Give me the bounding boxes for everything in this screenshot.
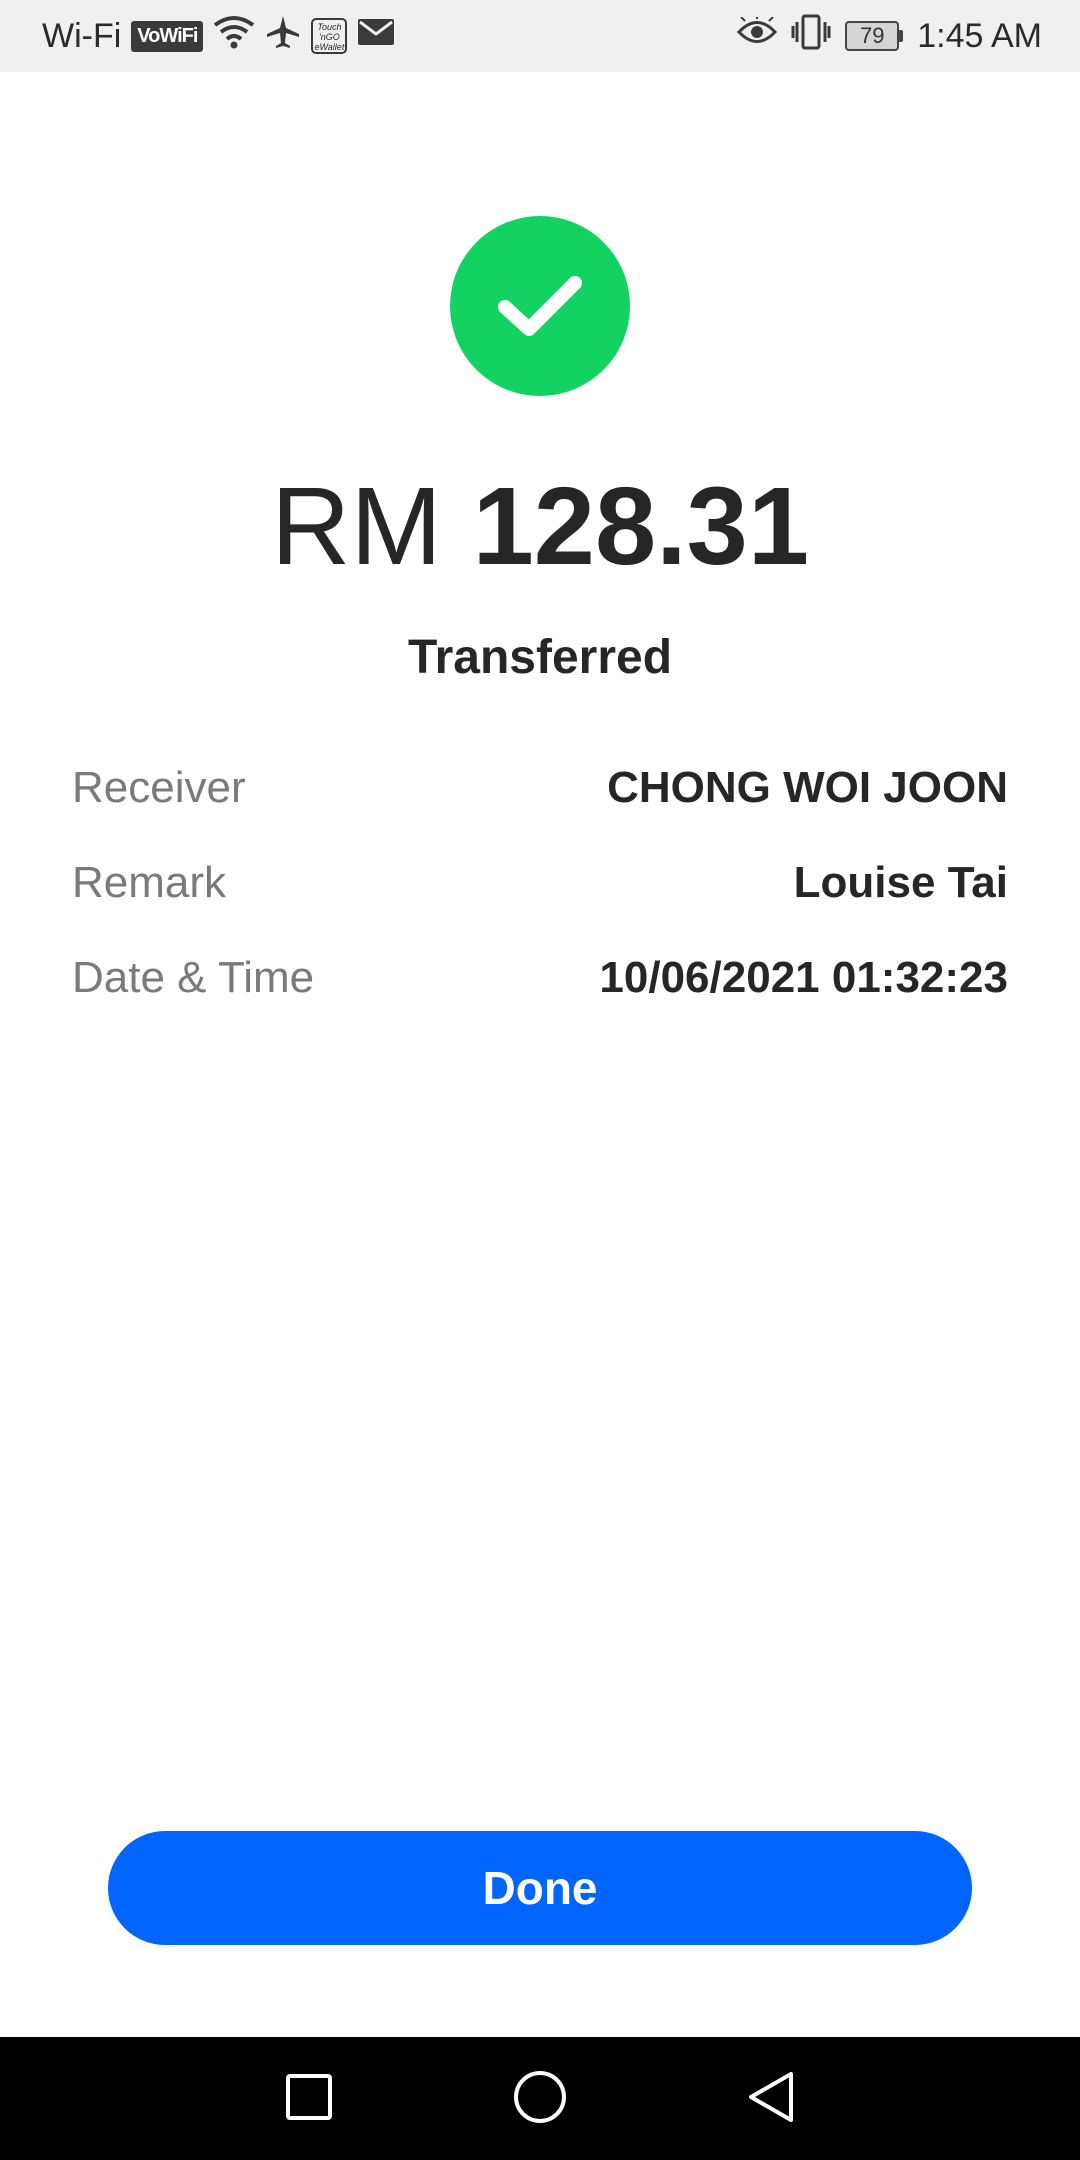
recents-button[interactable] — [269, 2059, 349, 2139]
datetime-value: 10/06/2021 01:32:23 — [599, 952, 1008, 1002]
detail-row-remark: Remark Louise Tai — [72, 835, 1008, 930]
detail-row-receiver: Receiver CHONG WOI JOON — [72, 740, 1008, 835]
transfer-status: Transferred — [407, 631, 673, 684]
status-bar-left: Wi-Fi VoWiFi Touch 'nGO eWallet — [42, 0, 395, 72]
triangle-back-icon — [746, 2070, 796, 2129]
battery-icon: 79 — [845, 21, 904, 51]
currency-label: RM — [270, 465, 443, 588]
transaction-details: Receiver CHONG WOI JOON Remark Louise Ta… — [72, 740, 1008, 1025]
detail-row-datetime: Date & Time 10/06/2021 01:32:23 — [72, 930, 1008, 1025]
tng-ewallet-icon: Touch 'nGO eWallet — [311, 18, 348, 54]
battery-level: 79 — [845, 21, 900, 51]
airplane-icon — [265, 14, 301, 59]
vibrate-icon — [791, 14, 831, 59]
success-check-icon — [450, 216, 630, 396]
transfer-amount: RM 128.31 — [0, 462, 1080, 592]
circle-icon — [513, 2070, 567, 2129]
receiver-value: CHONG WOI JOON — [607, 762, 1008, 812]
receiver-label: Receiver — [72, 762, 246, 812]
square-icon — [285, 2073, 333, 2126]
tng-line3: eWallet — [314, 42, 345, 52]
carrier-label: Wi-Fi — [42, 16, 122, 55]
done-button[interactable]: Done — [108, 1831, 972, 1945]
vowifi-badge: VoWiFi — [131, 20, 204, 52]
remark-value: Louise Tai — [793, 857, 1008, 907]
tng-line1: Touch — [317, 22, 342, 32]
clock: 1:45 AM — [917, 16, 1042, 55]
amount-value: 128.31 — [472, 465, 810, 588]
status-bar: Wi-Fi VoWiFi Touch 'nGO eWallet 79 1:45 … — [0, 0, 1080, 72]
battery-tip — [899, 30, 904, 42]
remark-label: Remark — [72, 857, 227, 907]
mail-icon — [357, 17, 395, 56]
eye-icon — [737, 14, 778, 56]
wifi-icon — [213, 15, 255, 58]
home-button[interactable] — [500, 2059, 580, 2139]
datetime-label: Date & Time — [72, 952, 315, 1002]
system-nav-bar — [0, 2037, 1080, 2160]
status-bar-right: 79 1:45 AM — [737, 0, 1042, 72]
tng-line2: 'nGO — [319, 32, 340, 42]
back-button[interactable] — [731, 2059, 811, 2139]
